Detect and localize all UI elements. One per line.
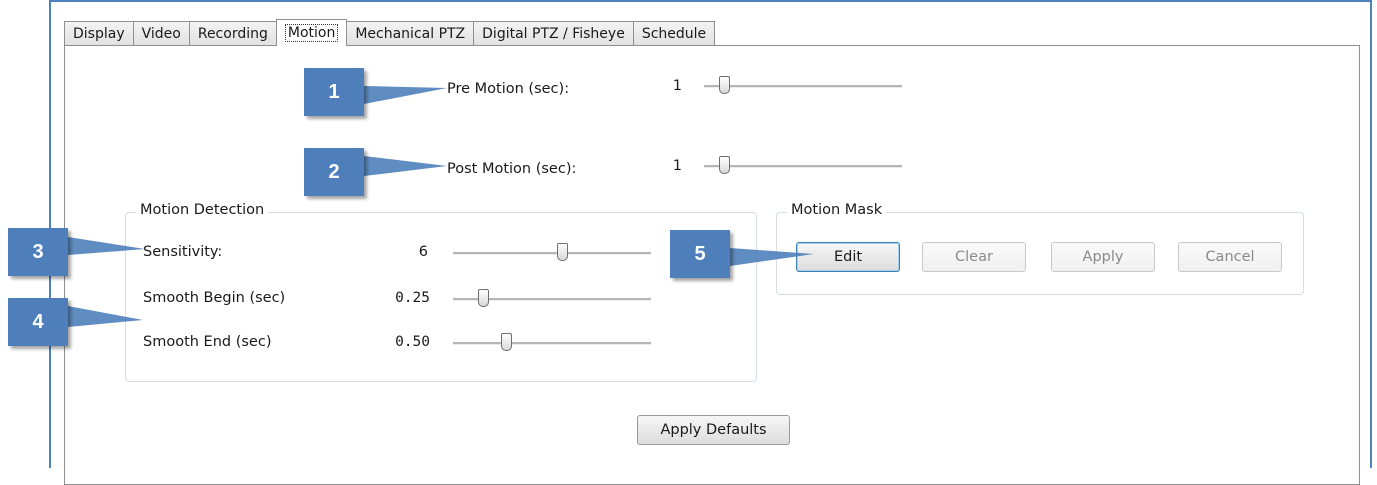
callout-5-pointer bbox=[730, 248, 814, 266]
callout-2: 2 bbox=[304, 148, 364, 196]
callout-4: 4 bbox=[8, 298, 68, 346]
callout-2-pointer bbox=[364, 156, 447, 176]
callout-3: 3 bbox=[8, 228, 68, 276]
callout-3-pointer bbox=[68, 237, 145, 255]
callout-1: 1 bbox=[304, 68, 364, 116]
callout-5: 5 bbox=[670, 230, 730, 278]
callout-1-pointer bbox=[364, 86, 447, 104]
callout-4-pointer bbox=[68, 306, 143, 327]
